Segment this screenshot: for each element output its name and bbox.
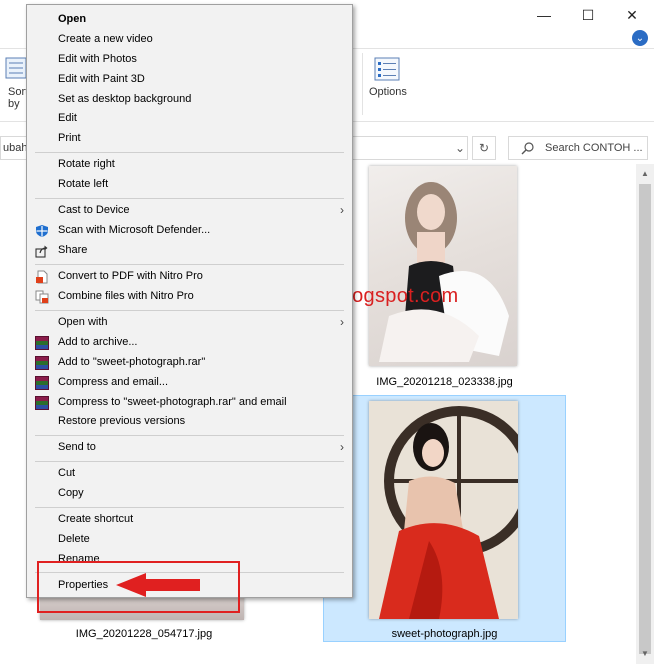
portrait-photo-image [379,406,518,619]
menu-item-convert-pdf[interactable]: Convert to PDF with Nitro Pro [27,267,352,287]
menu-item-restore-versions[interactable]: Restore previous versions [27,412,352,432]
winrar-icon [35,376,49,390]
file-name[interactable]: sweet-photograph.jpg [324,628,565,640]
search-icon [521,142,534,155]
menu-item-cast-to-device[interactable]: Cast to Device › [27,201,352,221]
menu-item-create-shortcut[interactable]: Create shortcut [27,510,352,530]
defender-shield-icon [36,225,48,237]
file-tile-selected[interactable]: sweet-photograph.jpg [323,395,566,642]
file-thumbnail [369,401,518,619]
menu-separator [35,152,344,153]
menu-item-scan-defender[interactable]: Scan with Microsoft Defender... [27,221,352,241]
menu-item-compress-rar-email[interactable]: Compress to "sweet-photograph.rar" and e… [27,393,352,413]
menu-item-rotate-left[interactable]: Rotate left [27,175,352,195]
file-name[interactable]: IMG_20201218_023338.jpg [323,376,566,388]
submenu-arrow-icon: › [340,440,344,454]
menu-item-edit-paint3d[interactable]: Edit with Paint 3D [27,70,352,90]
menu-item-print[interactable]: Print [27,129,352,149]
file-name[interactable]: IMG_20201228_054717.jpg [30,628,258,640]
options-label[interactable]: Options [369,86,407,98]
minimize-button[interactable]: — [522,0,566,30]
options-icon[interactable] [374,57,400,81]
menu-item-share[interactable]: Share [27,241,352,261]
menu-item-copy[interactable]: Copy [27,484,352,504]
menu-item-cut[interactable]: Cut [27,464,352,484]
menu-separator [35,198,344,199]
portrait-photo-image [379,182,509,362]
menu-item-set-background[interactable]: Set as desktop background [27,90,352,110]
menu-item-add-rar[interactable]: Add to "sweet-photograph.rar" [27,353,352,373]
address-path: ubah [3,142,28,154]
sort-icon[interactable] [5,57,27,79]
submenu-arrow-icon: › [340,315,344,329]
nitro-combine-icon [35,290,49,304]
scroll-down-icon[interactable]: ▼ [636,646,654,662]
menu-item-send-to[interactable]: Send to › [27,438,352,458]
menu-item-create-video[interactable]: Create a new video [27,30,352,50]
menu-item-open[interactable]: Open [27,10,352,30]
sort-by-label-2[interactable]: by [8,98,20,110]
menu-item-edit-photos[interactable]: Edit with Photos [27,50,352,70]
winrar-icon [35,356,49,370]
menu-separator [35,310,344,311]
menu-item-delete[interactable]: Delete [27,530,352,550]
file-thumbnail [369,166,517,366]
menu-item-edit[interactable]: Edit [27,109,352,129]
menu-item-open-with[interactable]: Open with › [27,313,352,333]
menu-separator [35,507,344,508]
menu-separator [35,461,344,462]
menu-item-rotate-right[interactable]: Rotate right [27,155,352,175]
file-tile[interactable]: IMG_20201218_023338.jpg [323,162,566,394]
winrar-icon [35,396,49,410]
winrar-icon [35,336,49,350]
vertical-scrollbar[interactable]: ▲ ▼ [636,164,654,664]
ribbon-divider [362,53,363,115]
context-menu: Open Create a new video Edit with Photos… [26,4,353,598]
submenu-arrow-icon: › [340,203,344,217]
share-icon [35,245,48,258]
red-arrow-icon [116,573,200,597]
search-box[interactable]: Search CONTOH ... [508,136,648,160]
nitro-pdf-icon [36,270,48,284]
menu-item-compress-email[interactable]: Compress and email... [27,373,352,393]
ribbon-expand-icon[interactable]: ⌄ [632,30,648,46]
search-placeholder: Search CONTOH ... [545,142,643,154]
menu-separator [35,264,344,265]
refresh-icon[interactable]: ↻ [472,136,496,160]
menu-separator [35,435,344,436]
address-dropdown-icon[interactable]: ⌄ [448,136,472,160]
scrollbar-thumb[interactable] [639,184,651,654]
menu-item-add-archive[interactable]: Add to archive... [27,333,352,353]
menu-item-combine-nitro[interactable]: Combine files with Nitro Pro [27,287,352,307]
scroll-up-icon[interactable]: ▲ [636,166,654,182]
close-button[interactable]: ✕ [610,0,654,30]
maximize-button[interactable]: ☐ [566,0,610,30]
